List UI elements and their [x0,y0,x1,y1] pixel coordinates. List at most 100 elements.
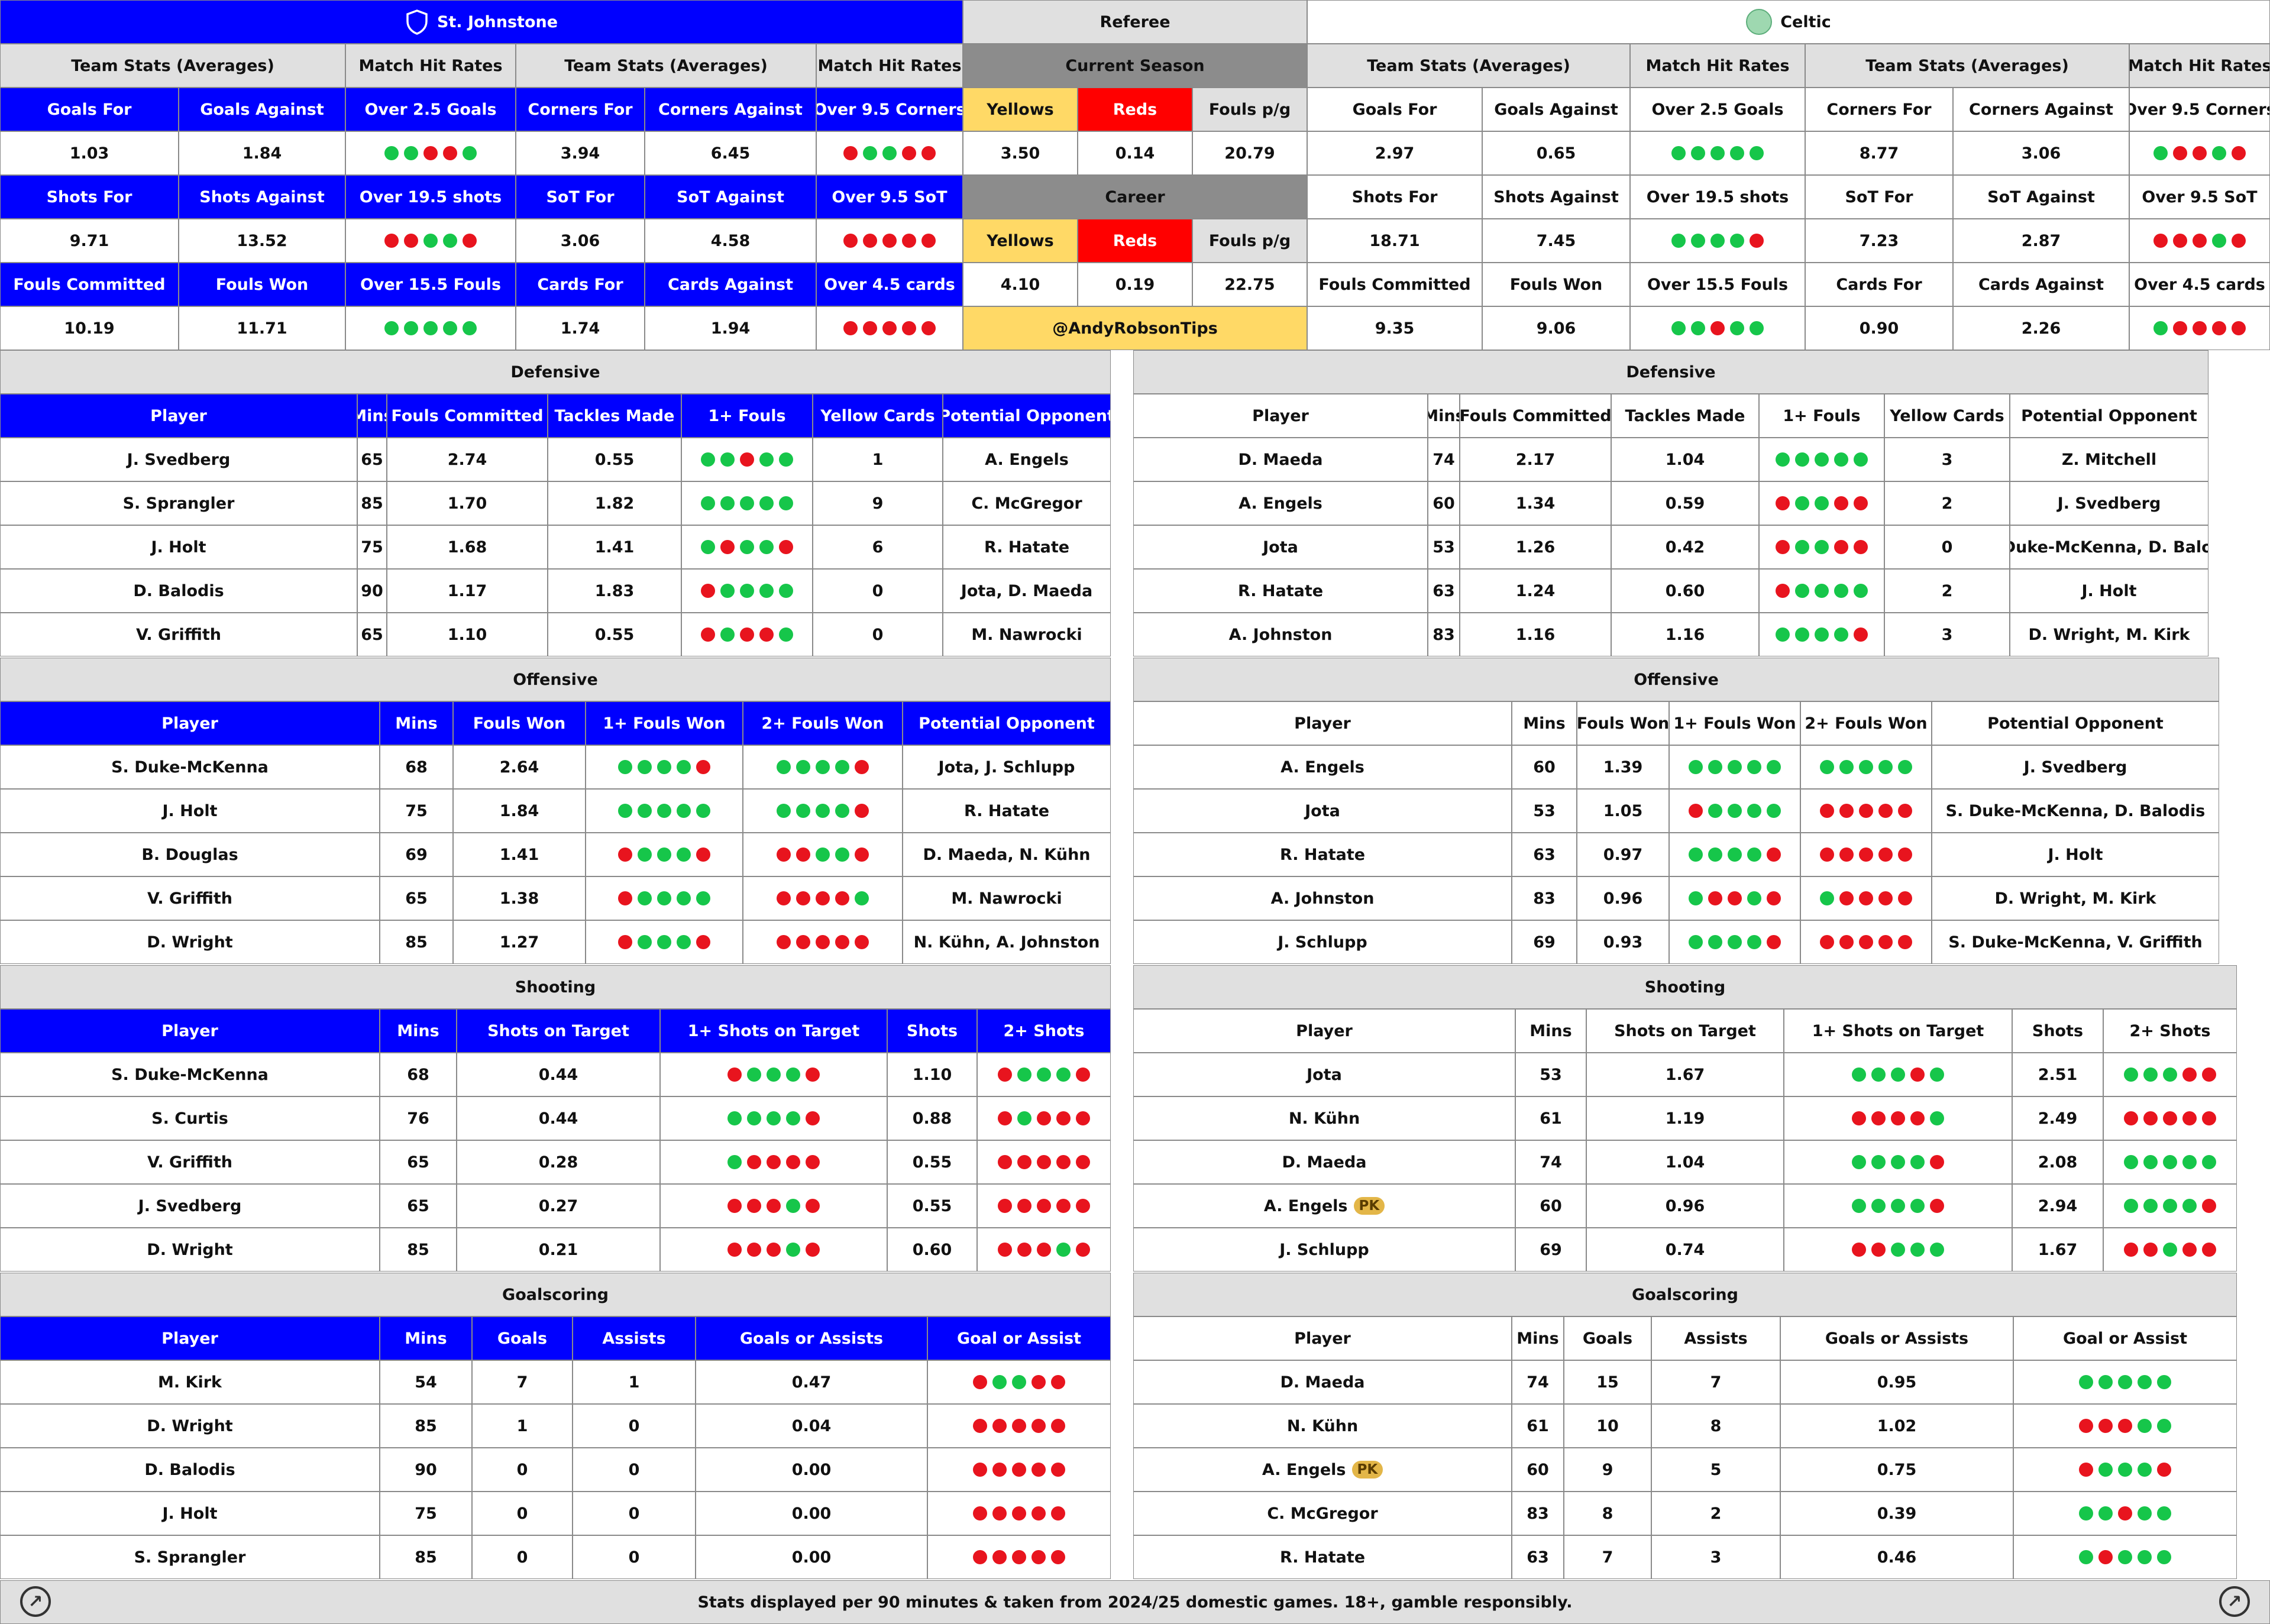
player-stat: 0.74 [1586,1228,1784,1272]
section-title-sho: Shooting [0,965,1111,1009]
player-stat: 0.27 [457,1184,660,1228]
column-header: Shots on Target [457,1009,660,1053]
twitter-handle: @AndyRobsonTips [963,306,1307,350]
hit-dot-green [2163,1199,2177,1213]
stat-value: 3.06 [1953,131,2129,175]
hit-dot-green [1056,1243,1071,1257]
hit-dot-red [2193,234,2207,248]
shield-icon [406,9,428,35]
column-header: 1+ Fouls [1759,394,1884,438]
ref-yellows-value: 3.50 [963,131,1078,175]
hit-dot-green [1878,760,1893,774]
hit-dot-green [727,1111,742,1125]
hit-dot-red [404,234,418,248]
column-header: Player [0,701,380,745]
player-stat: 65 [380,1140,457,1184]
player-stat: 3 [1884,438,2010,481]
hit-dot-green [2098,1463,2113,1477]
hit-dot-red [1898,935,1912,949]
hit-rate-dots [777,935,869,949]
hit-dot-green [1834,452,1848,467]
hit-dot-red [2202,1243,2216,1257]
hit-dot-green [2138,1463,2152,1477]
stat-label: Goals For [0,88,179,131]
column-header: Player [0,1316,380,1360]
hit-dot-green [1689,935,1703,949]
hit-dot-green [677,847,691,862]
hit-dot-red [843,321,858,335]
stat-value: 1.03 [0,131,179,175]
hit-rate-dots [1852,1243,1944,1257]
column-header: 2+ Shots [977,1009,1111,1053]
hit-dot-green [1708,935,1722,949]
player-name: R. Hatate [1133,569,1428,613]
stat-label: Over 4.5 cards [2129,263,2270,306]
player-stat: D. Wright, M. Kirk [1932,876,2219,920]
stat-label: Over 19.5 shots [1630,175,1805,219]
player-name: D. Balodis [0,1448,380,1492]
column-header: Goal or Assist [2013,1316,2237,1360]
player-hit-rate [1800,745,1932,789]
hit-dot-red [1871,1111,1886,1125]
hit-dot-red [1871,1243,1886,1257]
stat-hit-rate [345,131,516,175]
hit-dot-red [2232,321,2246,335]
hit-dot-red [843,146,858,160]
player-stat: R. Hatate [903,789,1111,833]
hit-dot-green [747,1067,761,1082]
player-stat: 76 [380,1096,457,1140]
hit-rate-dots [1776,540,1868,554]
hit-rate-dots [2153,321,2246,335]
hit-dot-red [747,1199,761,1213]
hit-dot-red [2232,146,2246,160]
hit-dot-green [863,146,877,160]
hit-rate-dots [701,496,793,510]
hit-dot-green [1671,234,1686,248]
player-stat: 0.59 [1611,481,1759,525]
hit-dot-green [786,1111,800,1125]
stat-hit-rate [816,219,963,263]
player-stat: 0.00 [696,1492,927,1535]
player-hit-rate [660,1140,887,1184]
hit-dot-red [1710,321,1725,335]
hit-dot-red [973,1550,987,1564]
player-stat: 0.97 [1577,833,1669,876]
player-stat: 85 [380,1404,472,1448]
player-stat: 1.26 [1460,525,1611,569]
player-stat: 9 [1564,1448,1651,1492]
column-header: 1+ Shots on Target [660,1009,887,1053]
hit-dot-red [1839,847,1854,862]
player-hit-rate [1784,1140,2012,1184]
away-team-name: Celtic [1780,12,1831,31]
hit-dot-green [1708,760,1722,774]
player-hit-rate [660,1053,887,1096]
player-stat: 15 [1564,1360,1651,1404]
player-hit-rate [743,789,903,833]
stat-label: Corners Against [1953,88,2129,131]
player-stat: 0.47 [696,1360,927,1404]
stat-value: 2.97 [1307,131,1482,175]
hit-dot-red [2182,1243,2197,1257]
column-header: Mins [380,701,453,745]
stat-value: 9.35 [1307,306,1482,350]
player-stat: 2.17 [1460,438,1611,481]
hit-dot-red [1689,804,1703,818]
player-name-text: A. Engels [1263,1196,1348,1215]
hit-dot-red [1898,847,1912,862]
player-stat: 0.93 [1577,920,1669,964]
hit-dot-green [747,1111,761,1125]
hit-dot-green [796,760,810,774]
hit-rate-dots [2079,1375,2171,1389]
player-hit-rate [743,745,903,789]
hit-dot-red [1820,804,1834,818]
hit-dot-red [1750,234,1764,248]
hit-dot-green [2182,1155,2197,1169]
hit-dot-green [1795,627,1809,642]
player-stat: 54 [380,1360,472,1404]
hit-dot-green [1728,760,1742,774]
hit-dot-red [2202,1067,2216,1082]
player-stat: 85 [380,1535,472,1579]
hit-dot-green [1689,847,1703,862]
hit-dot-green [1037,1067,1051,1082]
hit-dot-green [1839,760,1854,774]
